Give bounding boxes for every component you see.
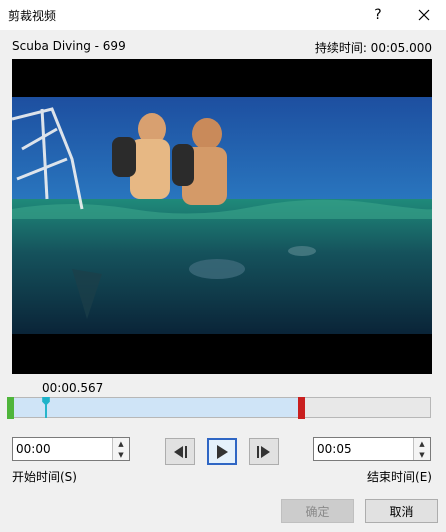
selected-range <box>11 398 304 417</box>
clip-name: Scuba Diving - 699 <box>12 39 126 53</box>
close-icon <box>418 9 430 21</box>
next-frame-button[interactable] <box>249 438 279 465</box>
play-icon <box>217 444 228 459</box>
end-time-label: 结束时间(E) <box>367 470 432 484</box>
dialog-title: 剪裁视频 <box>8 9 57 23</box>
title-bar: 剪裁视频 ? <box>0 0 446 30</box>
next-frame-icon <box>257 445 270 458</box>
end-time-spinner[interactable]: ▲ ▼ <box>313 437 431 461</box>
end-trim-handle[interactable] <box>298 397 305 419</box>
trim-timeline[interactable] <box>7 397 431 419</box>
start-time-down-arrow[interactable]: ▼ <box>113 449 129 460</box>
end-time-input[interactable] <box>314 438 417 460</box>
start-trim-handle[interactable] <box>7 397 14 419</box>
video-frame <box>12 59 432 374</box>
help-button[interactable]: ? <box>358 0 398 30</box>
current-time-marker: 00:00.567 <box>42 381 104 395</box>
close-button[interactable] <box>404 0 444 30</box>
cancel-button[interactable]: 取消 <box>365 499 438 523</box>
play-button[interactable] <box>207 438 237 465</box>
previous-frame-button[interactable] <box>165 438 195 465</box>
start-time-input[interactable] <box>13 438 116 460</box>
playhead-handle[interactable] <box>41 397 51 418</box>
ok-button[interactable]: 确定 <box>281 499 354 523</box>
previous-frame-icon <box>174 445 187 458</box>
end-time-down-arrow[interactable]: ▼ <box>414 449 430 460</box>
duration-label: 持续时间: 00:05.000 <box>314 41 432 55</box>
start-time-spinner[interactable]: ▲ ▼ <box>12 437 130 461</box>
video-preview[interactable] <box>12 59 432 374</box>
trim-video-dialog: 剪裁视频 ? Scuba Diving - 699 持续时间: 00:05.00… <box>0 0 446 532</box>
start-time-label: 开始时间(S) <box>12 470 77 484</box>
